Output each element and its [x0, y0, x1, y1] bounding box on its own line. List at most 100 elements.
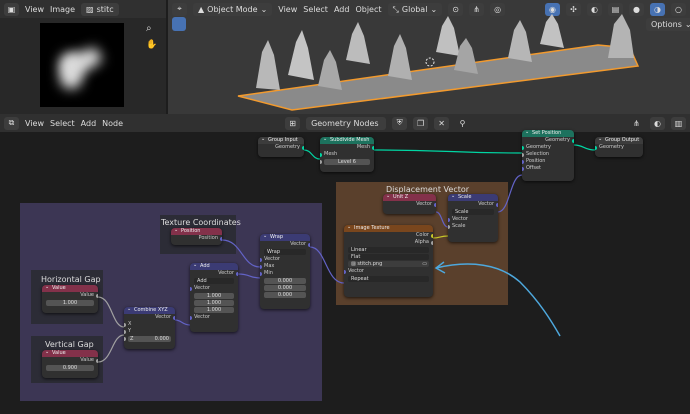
- socket-output[interactable]: [173, 315, 175, 320]
- node-header[interactable]: Scale: [448, 194, 498, 201]
- node-wrap[interactable]: Wrap Vector Wrap Vector Max Min 0.000 0.…: [260, 234, 310, 309]
- node-input-vector-2: Vector: [190, 314, 238, 321]
- socket-output[interactable]: [220, 236, 222, 241]
- editor-type-icon[interactable]: ▣: [4, 2, 19, 16]
- add-y-field[interactable]: 1.000: [194, 300, 234, 306]
- node-header[interactable]: Combine XYZ: [124, 307, 175, 314]
- socket-input[interactable]: [124, 337, 126, 341]
- extension-label: Repeat: [351, 276, 369, 282]
- terrain-peak: [256, 40, 280, 90]
- node-value-vertical[interactable]: Value Value 0.900: [42, 350, 98, 378]
- zoom-icon[interactable]: ⌕: [146, 23, 158, 35]
- value-field[interactable]: 0.900: [46, 365, 94, 371]
- link-float: [97, 296, 125, 328]
- value-field[interactable]: 1.000: [46, 300, 94, 306]
- node-header[interactable]: Add: [190, 263, 238, 270]
- min-x-field[interactable]: 0.000: [264, 278, 306, 284]
- min-z-field[interactable]: 0.000: [264, 292, 306, 298]
- node-unit-z[interactable]: Unit Z Vector: [383, 194, 436, 214]
- socket-output[interactable]: [572, 138, 574, 143]
- extension-dropdown[interactable]: Repeat: [348, 276, 429, 282]
- socket-input[interactable]: [320, 160, 322, 164]
- socket-label: Color: [415, 232, 429, 238]
- socket-input[interactable]: [595, 145, 597, 150]
- node-position[interactable]: Position Position: [171, 228, 222, 245]
- node-header[interactable]: Position: [171, 228, 222, 235]
- socket-input[interactable]: [522, 152, 524, 157]
- operation-dropdown[interactable]: Add: [194, 278, 234, 284]
- node-output-mesh: Mesh: [320, 144, 374, 151]
- socket-output[interactable]: [431, 240, 433, 245]
- link-color: [432, 235, 449, 239]
- node-set-position[interactable]: Set Position Geometry Geometry Selection…: [522, 130, 574, 181]
- node-image-texture[interactable]: Image Texture Color Alpha Linear Flat ▨ …: [344, 225, 433, 297]
- projection-dropdown[interactable]: Flat: [348, 254, 429, 260]
- socket-input[interactable]: [522, 159, 524, 164]
- node-header[interactable]: Value: [42, 350, 98, 357]
- socket-output[interactable]: [236, 271, 238, 276]
- socket-input[interactable]: [124, 322, 126, 327]
- node-header[interactable]: Group Output: [595, 137, 643, 144]
- socket-label: Geometry: [275, 144, 300, 150]
- node-header[interactable]: Unit Z: [383, 194, 436, 201]
- node-header[interactable]: Group Input: [258, 137, 304, 144]
- folder-icon[interactable]: ▭: [422, 261, 427, 267]
- socket-input[interactable]: [260, 271, 262, 276]
- socket-output[interactable]: [96, 293, 98, 298]
- socket-output[interactable]: [308, 242, 310, 247]
- node-subdivide-mesh[interactable]: Subdivide Mesh Mesh Mesh Level 6: [320, 137, 374, 172]
- socket-input[interactable]: [522, 166, 524, 171]
- node-output-vector: Vector: [260, 241, 310, 248]
- socket-output[interactable]: [496, 202, 498, 207]
- socket-input[interactable]: [320, 152, 322, 157]
- interpolation-dropdown[interactable]: Linear: [348, 247, 429, 253]
- add-z-field[interactable]: 1.000: [194, 307, 234, 313]
- node-value-horizontal[interactable]: Value Value 1.000: [42, 285, 98, 313]
- 3d-cursor-icon: [425, 57, 435, 67]
- node-output-color: Color: [344, 232, 433, 239]
- socket-label: Position: [526, 158, 546, 164]
- node-editor[interactable]: ⧉ View Select Add Node ⊞ Geometry Nodes …: [0, 114, 690, 414]
- socket-input[interactable]: [448, 217, 450, 222]
- image-editor: ▣ View Image ▨ stitc ⌕ ✋: [0, 0, 166, 114]
- node-header[interactable]: Set Position: [522, 130, 574, 137]
- image-file-field[interactable]: ▨ stitch.png ▭: [348, 261, 429, 267]
- node-group-output[interactable]: Group Output Geometry: [595, 137, 643, 157]
- node-add[interactable]: Add Vector Add Vector 1.000 1.000 1.000 …: [190, 263, 238, 332]
- node-header[interactable]: Value: [42, 285, 98, 292]
- node-combine-xyz[interactable]: Combine XYZ Vector X Y Z 0.000: [124, 307, 175, 349]
- viewport-3d[interactable]: ⌖ ▲ Object Mode ⌄ View Select Add Object ⤡…: [168, 0, 690, 114]
- socket-input[interactable]: [344, 269, 346, 274]
- z-field[interactable]: Z 0.000: [124, 336, 171, 342]
- socket-input[interactable]: [190, 315, 192, 320]
- socket-output[interactable]: [372, 145, 374, 150]
- socket-input[interactable]: [190, 286, 192, 291]
- menu-view[interactable]: View: [25, 5, 44, 14]
- socket-output[interactable]: [431, 233, 433, 238]
- link-geometry: [573, 144, 596, 151]
- node-group-input[interactable]: Group Input Geometry: [258, 137, 304, 157]
- operation-dropdown[interactable]: Scale: [452, 209, 494, 215]
- node-header[interactable]: Subdivide Mesh: [320, 137, 374, 144]
- socket-input[interactable]: [260, 264, 262, 269]
- menu-image[interactable]: Image: [50, 5, 75, 14]
- image-browse-dropdown[interactable]: ▨ stitc: [81, 2, 119, 16]
- level-value: 6: [352, 159, 356, 165]
- add-x-field[interactable]: 1.000: [194, 293, 234, 299]
- node-header[interactable]: Wrap: [260, 234, 310, 241]
- link-vector: [174, 319, 191, 326]
- socket-input[interactable]: [124, 329, 126, 334]
- socket-output[interactable]: [434, 202, 436, 207]
- socket-input[interactable]: [260, 257, 262, 262]
- socket-output[interactable]: [96, 358, 98, 363]
- hand-icon[interactable]: ✋: [146, 40, 158, 52]
- socket-output[interactable]: [302, 145, 304, 150]
- socket-input[interactable]: [448, 224, 450, 229]
- socket-input[interactable]: [522, 145, 524, 150]
- level-field[interactable]: Level 6: [320, 159, 370, 165]
- operation-dropdown[interactable]: Wrap: [264, 249, 306, 255]
- node-scale[interactable]: Scale Vector Scale Vector Scale: [448, 194, 498, 242]
- min-y-field[interactable]: 0.000: [264, 285, 306, 291]
- socket-label: Geometry: [599, 144, 624, 150]
- node-header[interactable]: Image Texture: [344, 225, 433, 232]
